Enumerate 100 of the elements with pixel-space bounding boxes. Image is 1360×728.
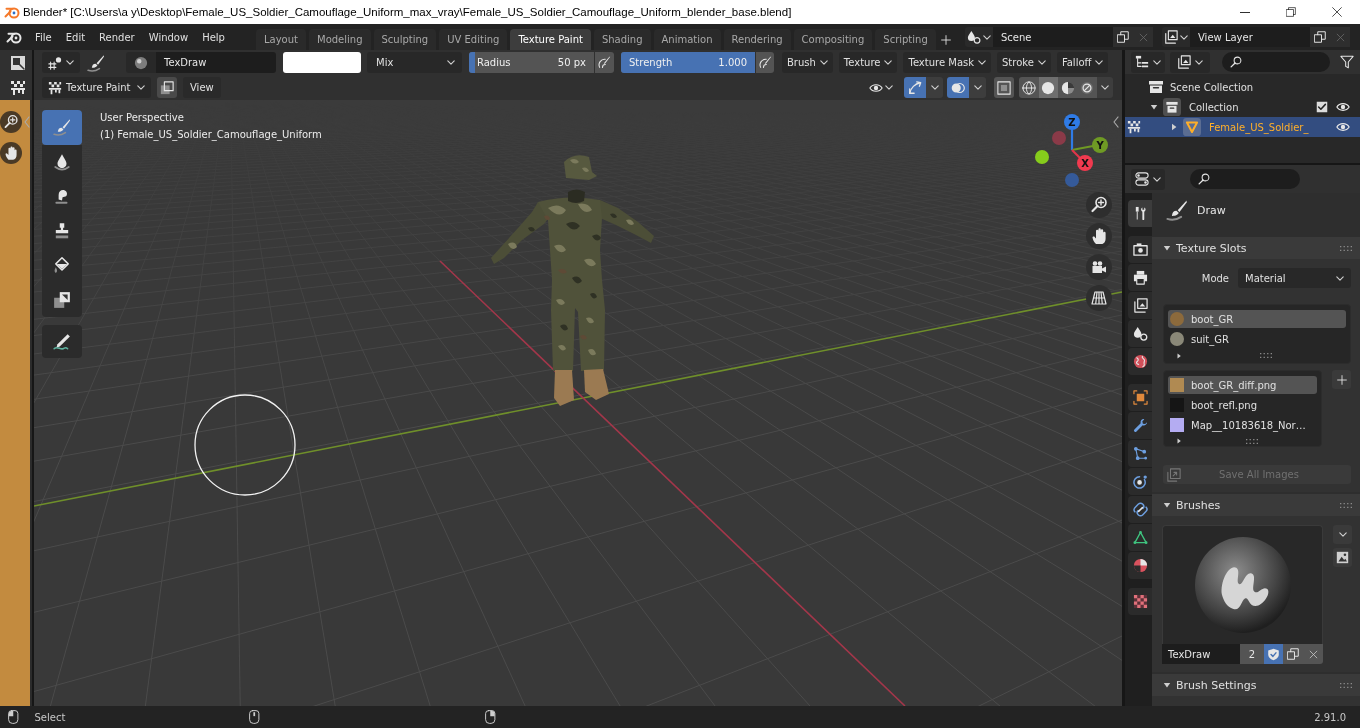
image-slot[interactable]: boot_refl.png	[1168, 396, 1318, 414]
triangle-right-icon[interactable]	[1176, 352, 1182, 359]
workspace-tab[interactable]: Rendering	[723, 29, 791, 50]
view-menu[interactable]: View	[183, 77, 221, 98]
editor-type-dropdown[interactable]	[1131, 168, 1165, 190]
face-mask-toggle[interactable]	[157, 77, 177, 98]
texture-tab[interactable]	[1128, 588, 1152, 615]
new-scene-button[interactable]	[1113, 27, 1133, 47]
search-field[interactable]	[1222, 52, 1330, 72]
color-field[interactable]	[283, 52, 361, 73]
zoom-icon[interactable]	[0, 111, 22, 133]
fake-user-button[interactable]	[1264, 644, 1283, 664]
output-tab[interactable]	[1128, 264, 1152, 291]
new-view-layer-button[interactable]	[1310, 27, 1330, 47]
physics-tab[interactable]	[1128, 468, 1152, 495]
outliner-row[interactable]: Scene Collection	[1125, 77, 1360, 97]
chevron-left-icon[interactable]	[1113, 116, 1119, 128]
hand-icon[interactable]	[1086, 223, 1112, 249]
header-menu[interactable]: Stroke	[997, 52, 1051, 73]
annotate-tool-button[interactable]	[42, 325, 82, 358]
overlay-toggle[interactable]	[947, 77, 969, 98]
brush-image-button[interactable]	[1333, 548, 1352, 567]
tool-tab[interactable]	[1128, 200, 1152, 227]
workspace-tab[interactable]: UV Editing	[439, 29, 508, 50]
add-texture-button[interactable]	[1332, 370, 1351, 389]
dropdown-button[interactable]	[926, 77, 943, 98]
workspace-tab[interactable]: Scripting	[875, 29, 936, 50]
axis-dot-icon[interactable]	[1052, 131, 1066, 145]
workspace-tab[interactable]: Modeling	[309, 29, 371, 50]
material-tab[interactable]	[1128, 552, 1152, 579]
header-menu[interactable]: Texture	[838, 52, 898, 73]
unlink-button[interactable]	[1303, 644, 1323, 664]
menu-item[interactable]: Render	[92, 27, 142, 47]
particles-tab[interactable]	[1128, 440, 1152, 467]
outliner-row[interactable]: Collection	[1125, 97, 1360, 117]
menu-item[interactable]: Help	[195, 27, 232, 47]
pen-pressure-button[interactable]	[756, 52, 774, 73]
wireframe-shading-button[interactable]	[1019, 77, 1039, 98]
scene-browse-button[interactable]	[965, 27, 993, 47]
display-mode-dropdown[interactable]	[1170, 51, 1210, 73]
brush-name-field[interactable]: TexDraw	[1162, 644, 1240, 664]
axis-dot-icon[interactable]	[1065, 173, 1079, 187]
material-shading-button[interactable]	[1058, 77, 1078, 98]
z-axis-handle[interactable]: Z	[1064, 114, 1080, 150]
movie-camera-icon[interactable]	[1086, 254, 1112, 280]
strength-slider[interactable]: Strength 1.000	[621, 52, 755, 73]
view-layer-name-field[interactable]: View Layer	[1190, 27, 1310, 47]
scene-tab[interactable]	[1128, 320, 1152, 347]
modifiers-tab[interactable]	[1128, 412, 1152, 439]
y-axis-handle[interactable]: Y	[1071, 137, 1108, 153]
user-count-button[interactable]: 2	[1240, 644, 1264, 664]
workspace-tab[interactable]: Compositing	[793, 29, 873, 50]
search-field[interactable]	[1190, 169, 1300, 189]
filter-icon[interactable]	[1340, 55, 1354, 69]
duplicate-button[interactable]	[1283, 644, 1303, 664]
checkbox-icon[interactable]	[1316, 101, 1328, 113]
mask-tool-button[interactable]	[42, 282, 82, 317]
panel-header[interactable]: Texture Slots	[1152, 237, 1360, 259]
brush-preview[interactable]	[1162, 525, 1323, 644]
axis-dot-icon[interactable]	[1035, 150, 1049, 164]
triangle-right-icon[interactable]	[1170, 123, 1178, 131]
material-slot[interactable]: boot_GR	[1168, 310, 1346, 328]
radius-slider[interactable]: Radius 50 px	[469, 52, 594, 73]
xray-toggle[interactable]	[994, 77, 1014, 98]
image-slot[interactable]: boot_GR_diff.png	[1168, 376, 1318, 394]
editor-type-dropdown[interactable]	[1131, 51, 1165, 73]
perspective-grid-icon[interactable]	[1086, 285, 1112, 311]
workspace-tab[interactable]: Sculpting	[373, 29, 437, 50]
eye-icon[interactable]	[1336, 120, 1350, 134]
view-layer-tab[interactable]	[1128, 292, 1152, 319]
blend-mode-dropdown[interactable]: Mix	[367, 52, 462, 73]
paint-tool-dropdown[interactable]	[42, 52, 80, 73]
workspace-tab[interactable]: Texture Paint	[510, 29, 591, 50]
material-slot[interactable]: suit_GR	[1168, 330, 1346, 348]
world-tab[interactable]	[1128, 348, 1152, 375]
image-slot[interactable]: Map__10183618_Nor…	[1168, 416, 1318, 434]
mode-dropdown[interactable]: Texture Paint	[42, 77, 151, 98]
gizmo-toggle[interactable]	[904, 77, 926, 98]
soften-tool-button[interactable]	[42, 144, 82, 179]
dropdown-button[interactable]	[1097, 77, 1113, 98]
menu-item[interactable]: Window	[141, 27, 196, 47]
pen-pressure-button[interactable]	[595, 52, 614, 73]
hand-icon[interactable]	[0, 142, 22, 164]
eye-icon[interactable]	[1336, 100, 1350, 114]
triangle-down-icon[interactable]	[1150, 103, 1158, 111]
panel-header[interactable]: Brushes	[1152, 494, 1360, 516]
render-tab[interactable]	[1128, 236, 1152, 263]
menu-item[interactable]: Edit	[58, 27, 93, 47]
brush-browse-button[interactable]	[126, 52, 156, 73]
workspace-tab[interactable]: Animation	[653, 29, 721, 50]
header-menu[interactable]: Texture Mask	[903, 52, 991, 73]
header-menu[interactable]: Brush	[782, 52, 833, 73]
object-tab[interactable]	[1128, 384, 1152, 411]
dropdown-button[interactable]	[969, 77, 986, 98]
brush-name-field[interactable]: TexDraw	[156, 52, 276, 73]
view-layer-browse-button[interactable]	[1162, 27, 1190, 47]
workspace-tab[interactable]: Shading	[593, 29, 651, 50]
data-tab[interactable]	[1128, 524, 1152, 551]
menu-item[interactable]: File	[28, 27, 59, 47]
texture-paint-icon[interactable]	[1127, 120, 1141, 134]
